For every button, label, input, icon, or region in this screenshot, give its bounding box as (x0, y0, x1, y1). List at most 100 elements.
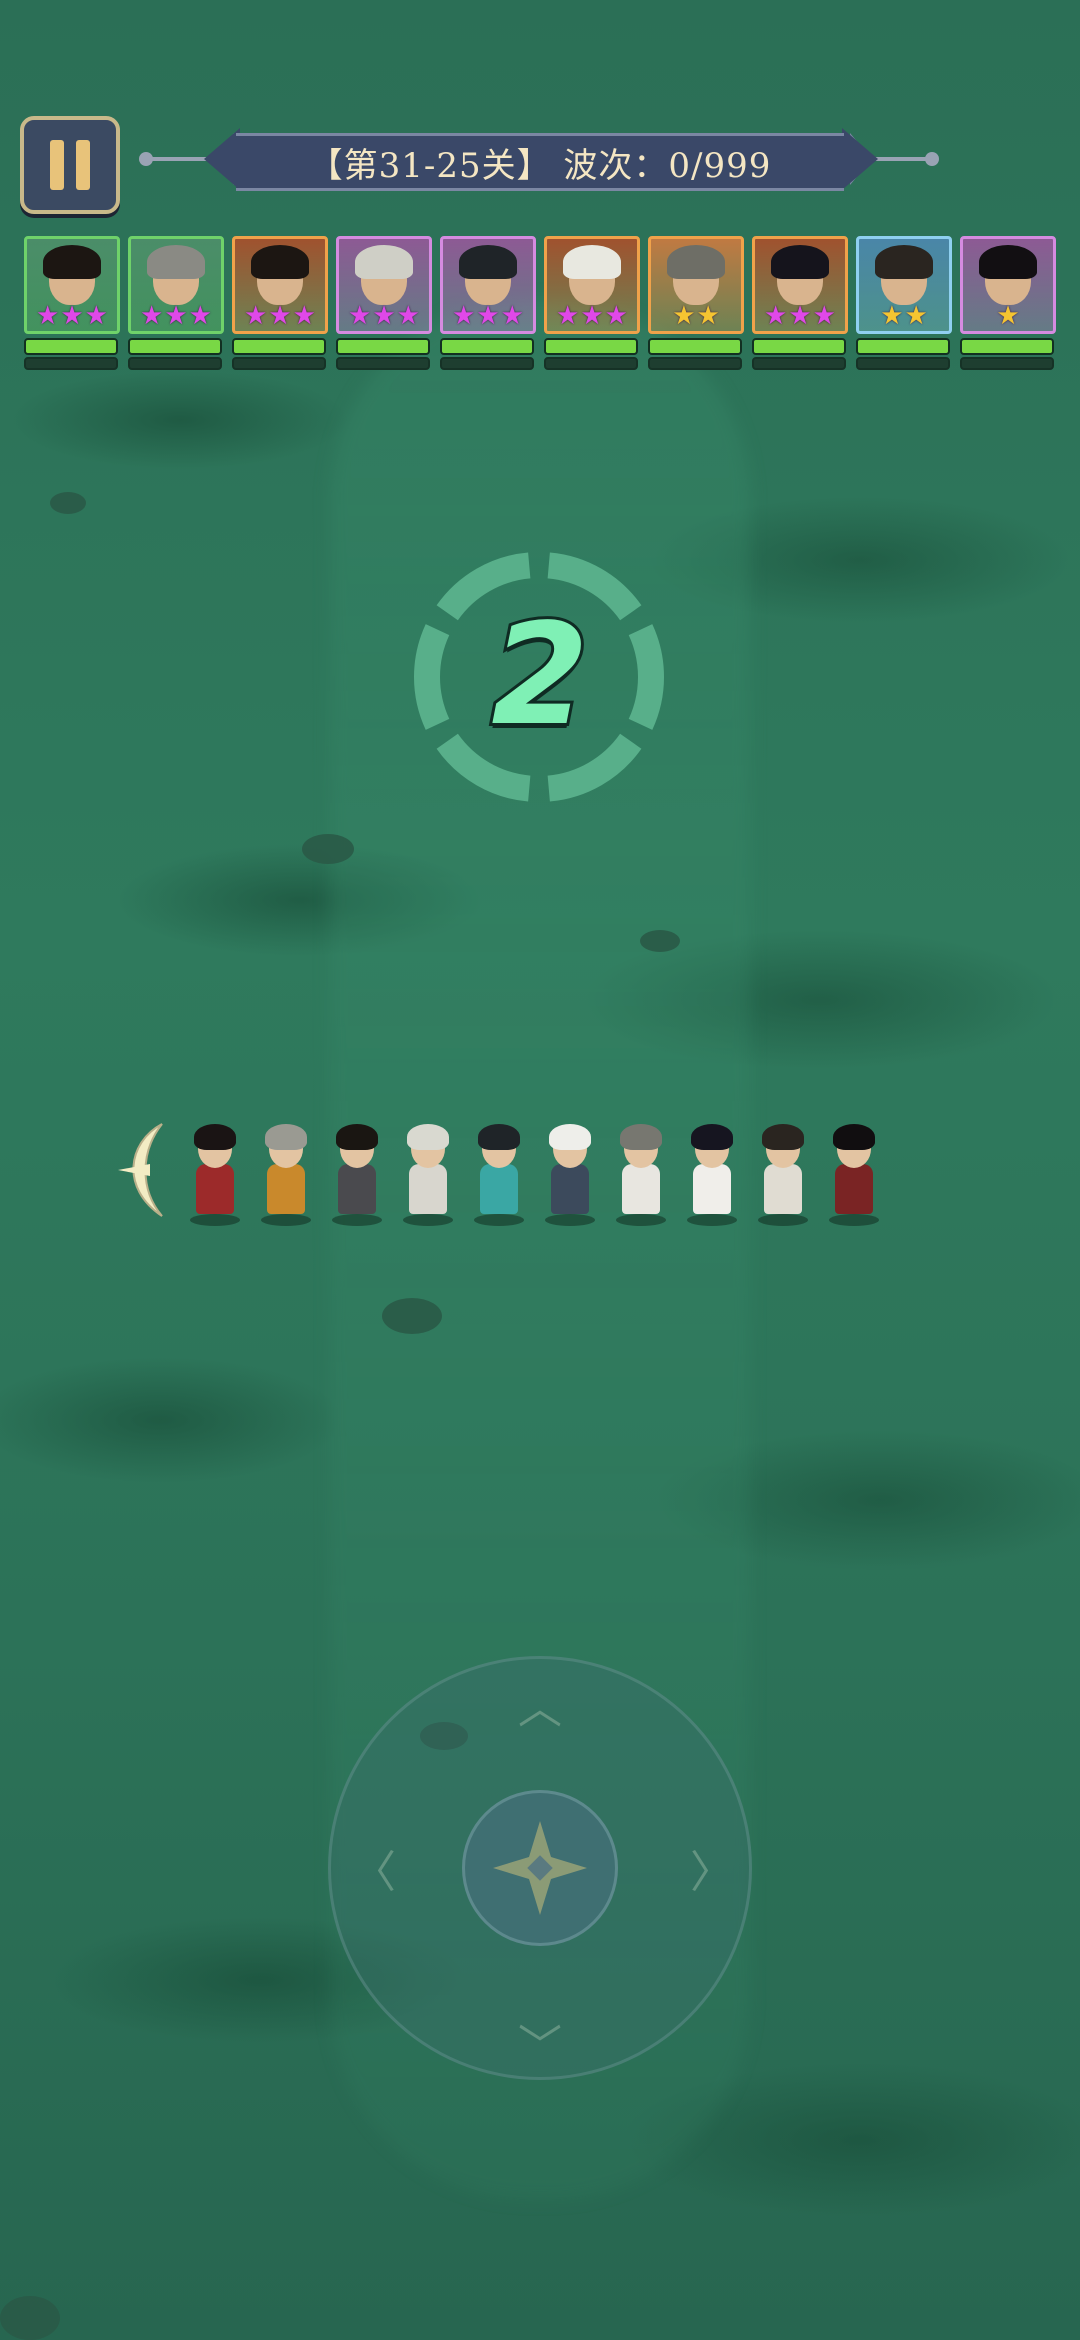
hero-energy-bar (24, 357, 118, 370)
party-hero (184, 1120, 244, 1226)
joystick-knob[interactable] (462, 1790, 618, 1946)
pause-icon (50, 140, 64, 190)
hero-portrait: ★ ★ ★ (128, 236, 224, 334)
hp-fill (650, 340, 740, 353)
hero-energy-bar (544, 357, 638, 370)
hero-body (835, 1164, 873, 1214)
portrait-hair (459, 245, 517, 279)
joystick-up-arrow-icon: ︿ (518, 1683, 562, 1734)
hero-energy-bar (336, 357, 430, 370)
hero-portrait: ★ ★ (648, 236, 744, 334)
hp-fill (546, 340, 636, 353)
hero-shadow (190, 1214, 240, 1226)
hp-fill (754, 340, 844, 353)
star-icon: ★ (188, 301, 212, 331)
star-icon: ★ (880, 301, 904, 331)
hero-body (267, 1164, 305, 1214)
star-icon: ★ (788, 301, 812, 331)
hero-portrait-slot[interactable]: ★ ★ ★ (24, 236, 120, 370)
hero-hair (194, 1124, 236, 1150)
stage-wave-text: 【第31-25关】 波次：0/999 (308, 145, 772, 186)
hero-portrait-slot[interactable]: ★ (960, 236, 1056, 370)
pause-icon (76, 140, 90, 190)
hero-hair (620, 1124, 662, 1150)
hero-energy-bar (232, 357, 326, 370)
hero-portrait-slot[interactable]: ★ ★ ★ (544, 236, 640, 370)
party-hero (752, 1120, 812, 1226)
star-icon: ★ (164, 301, 188, 331)
star-rating: ★ ★ (859, 303, 949, 329)
plate-cap-left (204, 128, 240, 190)
hero-portrait-slot[interactable]: ★ ★ (856, 236, 952, 370)
rock (382, 1298, 442, 1334)
divider-dot (925, 152, 939, 166)
hero-portrait: ★ (960, 236, 1056, 334)
hero-portrait-slot[interactable]: ★ ★ (648, 236, 744, 370)
countdown-ring-segment (628, 624, 664, 730)
hero-hp-bar (960, 338, 1054, 355)
hero-shadow (616, 1214, 666, 1226)
hero-energy-bar (440, 357, 534, 370)
hero-shadow (687, 1214, 737, 1226)
hero-hair (336, 1124, 378, 1150)
star-icon: ★ (500, 301, 524, 331)
star-icon: ★ (60, 301, 84, 331)
hero-roster: ★ ★ ★ ★ ★ ★ ★ ★ ★ ★ ★ ★ ★ ★ ★ ★ ★ ★ ★ ★ ★ ★ ★ ★ ★ ★ (24, 236, 1060, 370)
hero-hp-bar (856, 338, 950, 355)
hp-fill (234, 340, 324, 353)
star-icon: ★ (84, 301, 108, 331)
party-hero (468, 1120, 528, 1226)
star-icon: ★ (904, 301, 928, 331)
hero-portrait: ★ ★ ★ (440, 236, 536, 334)
joystick-left-arrow-icon: 〈 (352, 1847, 396, 1898)
star-icon: ★ (292, 301, 316, 331)
star-rating: ★ ★ ★ (443, 303, 533, 329)
party-hero (823, 1120, 883, 1226)
party-hero (326, 1120, 386, 1226)
star-rating: ★ ★ ★ (547, 303, 637, 329)
portrait-hair (771, 245, 829, 279)
stage-wave-label: 【第31-25关】 波次：0/999 (236, 133, 844, 191)
star-rating: ★ ★ ★ (131, 303, 221, 329)
hero-portrait-slot[interactable]: ★ ★ ★ (752, 236, 848, 370)
portrait-hair (251, 245, 309, 279)
star-rating: ★ ★ ★ (755, 303, 845, 329)
star-icon: ★ (244, 301, 268, 331)
hero-energy-bar (960, 357, 1054, 370)
hp-fill (442, 340, 532, 353)
hero-portrait: ★ ★ ★ (336, 236, 432, 334)
portrait-hair (875, 245, 933, 279)
hp-fill (962, 340, 1052, 353)
hp-fill (858, 340, 948, 353)
joystick-right-arrow-icon: 〉 (690, 1847, 734, 1898)
hero-portrait: ★ ★ (856, 236, 952, 334)
hero-hp-bar (544, 338, 638, 355)
pause-button[interactable] (20, 116, 120, 214)
hero-portrait-slot[interactable]: ★ ★ ★ (440, 236, 536, 370)
rock (640, 930, 680, 952)
star-rating: ★ ★ (651, 303, 741, 329)
party-hero (255, 1120, 315, 1226)
hero-portrait-slot[interactable]: ★ ★ ★ (336, 236, 432, 370)
hero-shadow (829, 1214, 879, 1226)
hero-hair (762, 1124, 804, 1150)
divider-dot (139, 152, 153, 166)
countdown-ring-segment (414, 624, 450, 730)
party-hero (681, 1120, 741, 1226)
hero-portrait-slot[interactable]: ★ ★ ★ (232, 236, 328, 370)
hero-portrait: ★ ★ ★ (752, 236, 848, 334)
hero-hp-bar (232, 338, 326, 355)
hero-hp-bar (24, 338, 118, 355)
star-rating: ★ (963, 303, 1053, 329)
hero-portrait: ★ ★ ★ (24, 236, 120, 334)
star-icon: ★ (452, 301, 476, 331)
hero-shadow (332, 1214, 382, 1226)
hp-fill (130, 340, 220, 353)
hero-shadow (545, 1214, 595, 1226)
hero-hp-bar (752, 338, 846, 355)
party-hero (539, 1120, 599, 1226)
party-hero (610, 1120, 670, 1226)
hero-body (551, 1164, 589, 1214)
portrait-hair (355, 245, 413, 279)
hero-portrait-slot[interactable]: ★ ★ ★ (128, 236, 224, 370)
